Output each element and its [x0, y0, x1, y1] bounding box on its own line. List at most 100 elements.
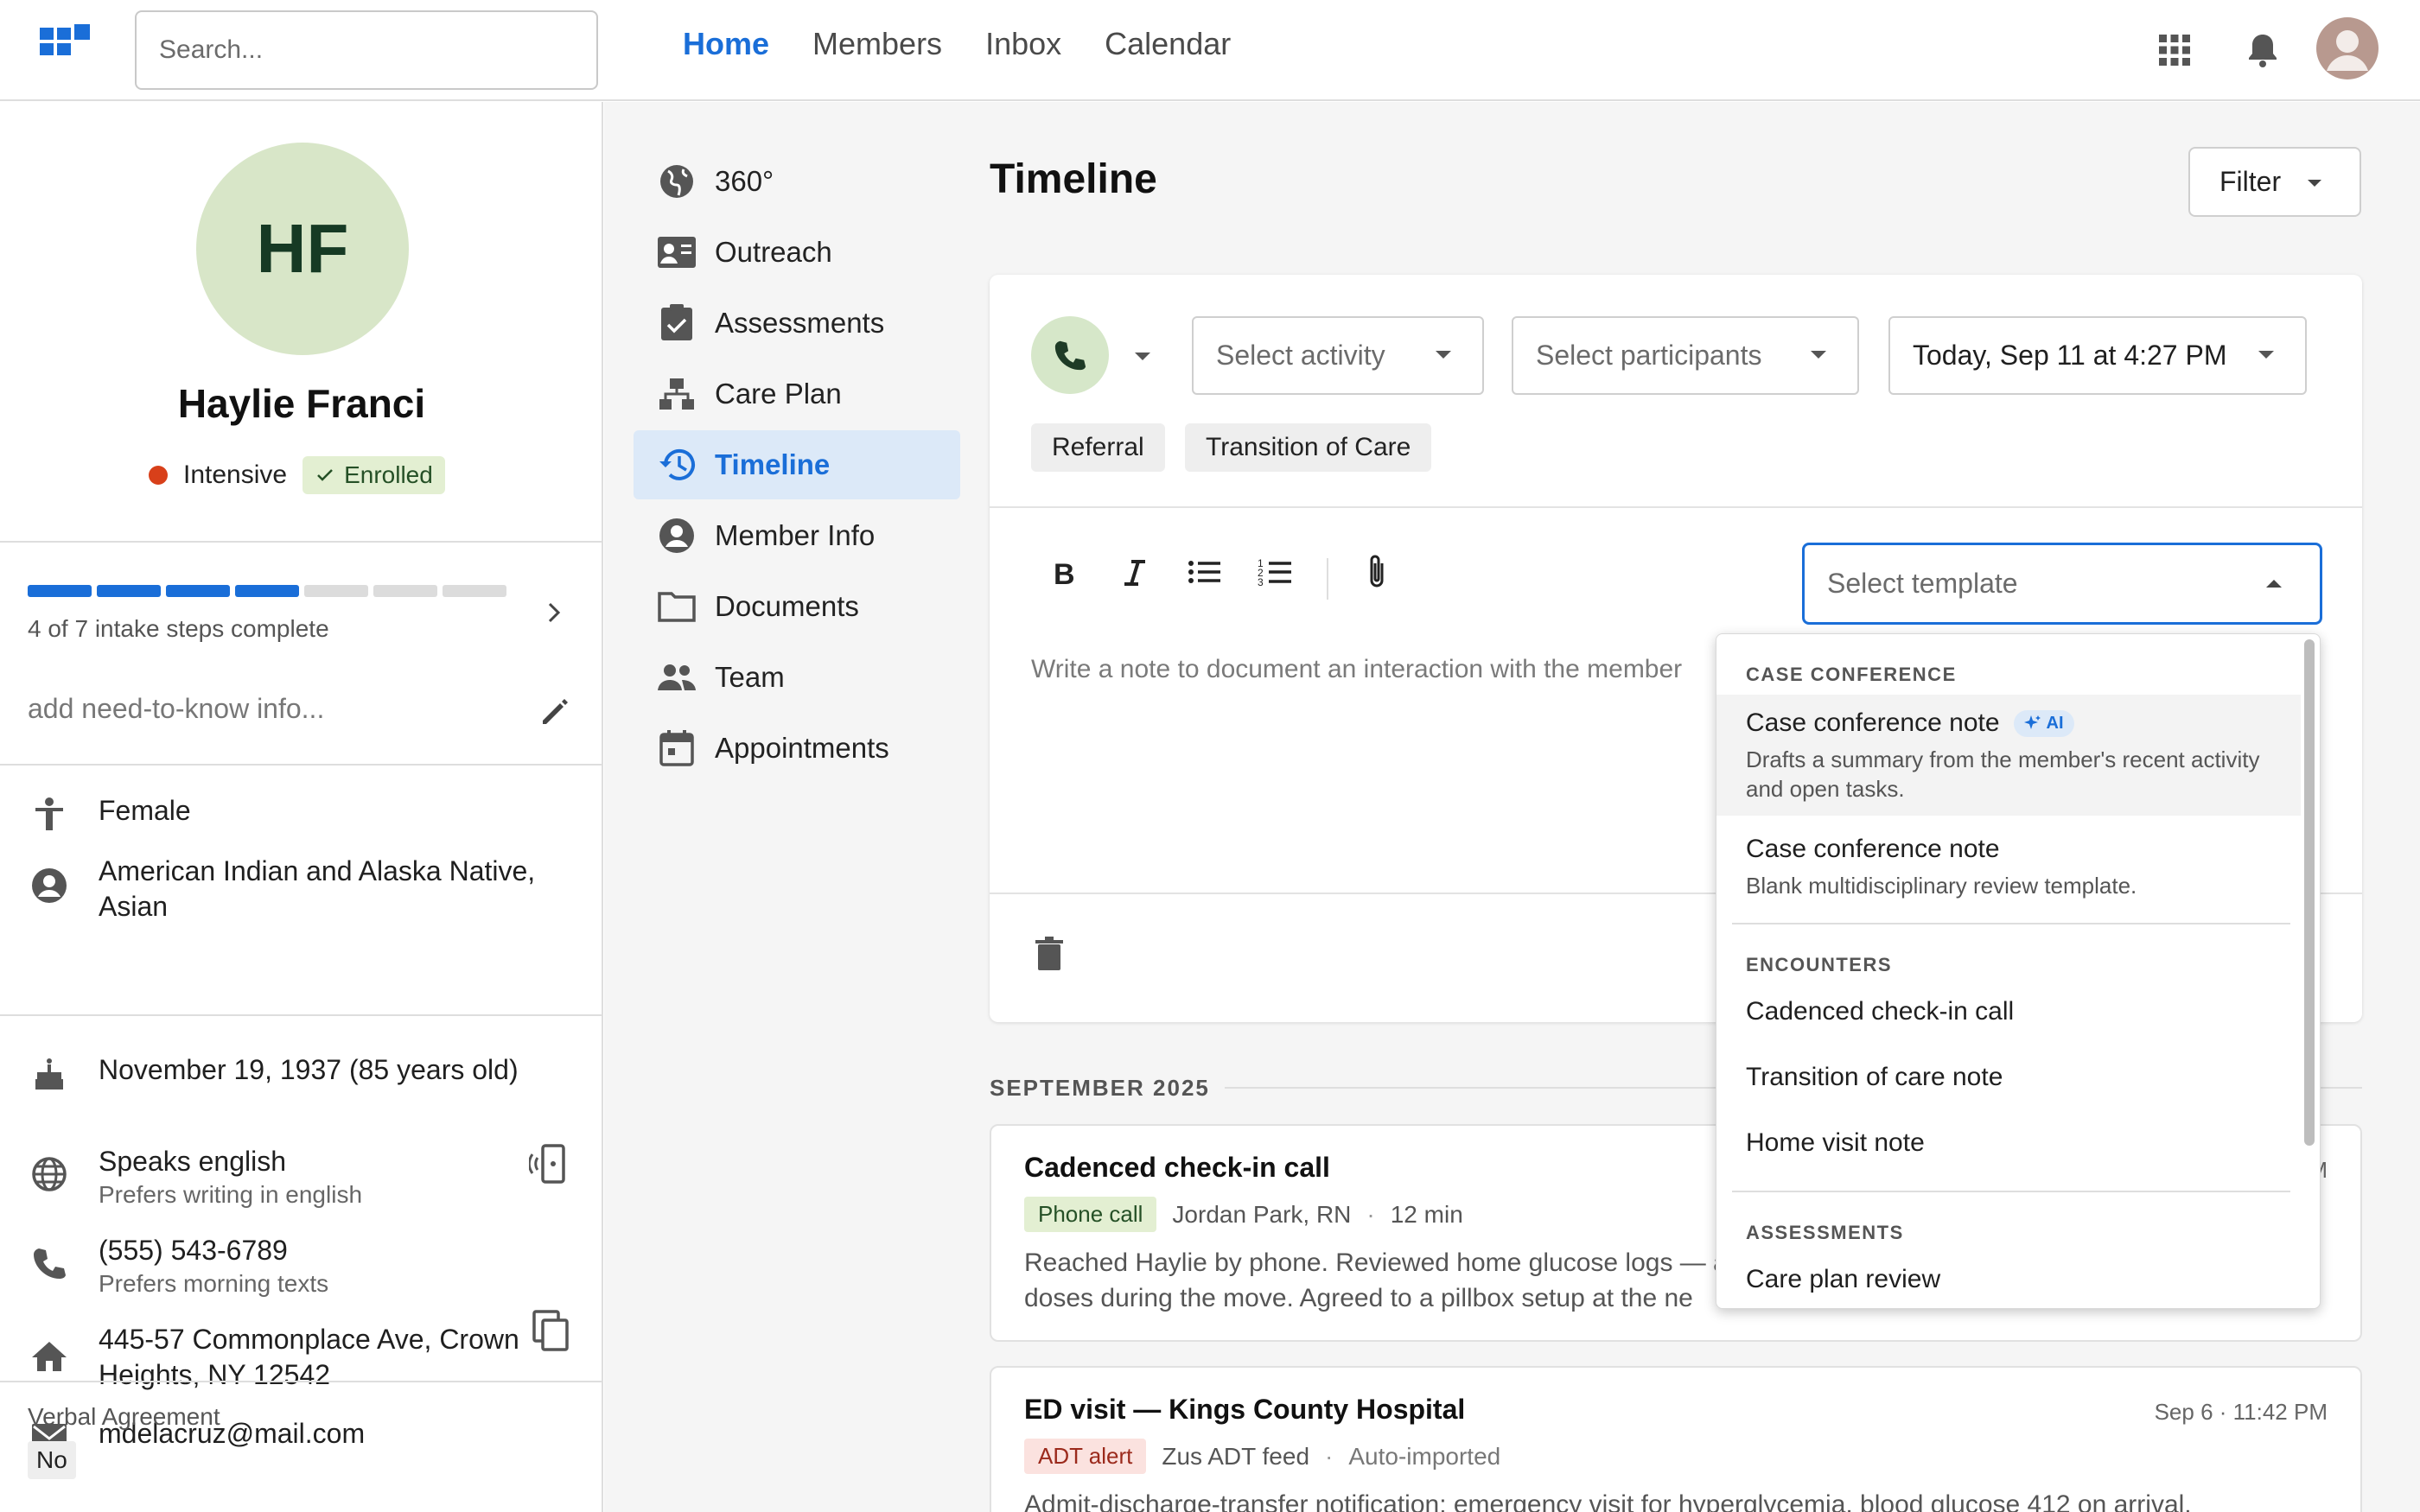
- dropdown-section-header: ENCOUNTERS: [1746, 954, 1893, 975]
- template-option[interactable]: Cadenced check-in call: [1716, 997, 2301, 1058]
- template-option[interactable]: Case conference note Blank multidiscipli…: [1716, 828, 2301, 923]
- account-circle-icon: [28, 864, 71, 907]
- dropdown-scrollbar[interactable]: [2304, 639, 2315, 1146]
- apps-grid-icon[interactable]: [2150, 26, 2199, 74]
- subnav-label: Documents: [715, 590, 859, 622]
- datetime-label: Today, Sep 11 at 4:27 PM: [1913, 340, 2227, 371]
- text-message-icon[interactable]: [529, 1142, 572, 1185]
- member-avatar: HF: [196, 143, 409, 355]
- dob-row: November 19, 1937 (85 years old): [28, 1052, 519, 1096]
- activity-type-button[interactable]: [1031, 316, 1109, 394]
- divider: [0, 541, 603, 543]
- meta-separator: ·: [1325, 1442, 1334, 1470]
- verbal-agreement-value: No: [28, 1441, 76, 1479]
- subnav-documents[interactable]: Documents: [634, 572, 960, 641]
- note-textarea[interactable]: Write a note to document an interaction …: [1031, 655, 1682, 684]
- italic-icon[interactable]: [1119, 553, 1149, 591]
- select-participants-dropdown[interactable]: Select participants: [1512, 316, 1859, 395]
- member-tags: Intensive Enrolled: [149, 456, 445, 494]
- divider: [1732, 923, 2290, 924]
- subnav-team[interactable]: Team: [634, 643, 960, 712]
- referral-chip[interactable]: Referral: [1031, 423, 1165, 472]
- bell-icon[interactable]: [2238, 26, 2287, 74]
- sparkle-icon: [2023, 715, 2041, 729]
- card-author: Jordan Park, RN: [1172, 1200, 1352, 1228]
- progress-segment-incomplete: [443, 585, 506, 597]
- member-profile-panel: HF Haylie Franci Intensive Enrolled 4 of…: [0, 102, 603, 1512]
- contact-card-icon: [656, 232, 697, 273]
- subnav-outreach[interactable]: Outreach: [634, 218, 960, 287]
- phone-text[interactable]: (555) 543-6789: [99, 1233, 328, 1268]
- user-avatar[interactable]: [2316, 17, 2379, 79]
- app-logo-icon[interactable]: [40, 24, 93, 59]
- subnav-label: Assessments: [715, 307, 885, 339]
- select-activity-label: Select activity: [1216, 340, 1385, 371]
- template-option-description: Blank multidisciplinary review template.: [1746, 873, 2137, 899]
- progress-segment-complete: [28, 585, 92, 597]
- datetime-dropdown[interactable]: Today, Sep 11 at 4:27 PM: [1888, 316, 2307, 395]
- bulleted-list-icon[interactable]: [1187, 553, 1223, 591]
- acuity-label: Intensive: [183, 461, 288, 489]
- toolbar-divider: [1327, 558, 1328, 600]
- subnav-label: Timeline: [715, 448, 831, 480]
- member-name: Haylie Franci: [177, 381, 426, 426]
- ai-badge-label: AI: [2046, 713, 2064, 733]
- month-header: SEPTEMBER 2025: [990, 1075, 1210, 1101]
- caret-down-icon: [1436, 351, 1451, 359]
- globe-icon: [28, 1153, 71, 1196]
- filter-button[interactable]: Filter: [2188, 147, 2361, 217]
- select-template-dropdown[interactable]: Select template: [1802, 543, 2322, 625]
- dob-text: November 19, 1937 (85 years old): [99, 1054, 519, 1085]
- nav-home[interactable]: Home: [683, 26, 769, 62]
- subnav-label: 360°: [715, 165, 774, 197]
- select-activity-dropdown[interactable]: Select activity: [1192, 316, 1484, 395]
- attach-paperclip-icon[interactable]: [1363, 553, 1391, 591]
- subnav-member-info[interactable]: Member Info: [634, 501, 960, 570]
- hierarchy-icon: [656, 373, 697, 415]
- progress-segment-incomplete: [304, 585, 368, 597]
- divider: [990, 506, 2362, 508]
- select-template-label: Select template: [1827, 568, 2018, 599]
- subnav-timeline[interactable]: Timeline: [634, 430, 960, 499]
- template-option[interactable]: Transition of care note: [1716, 1063, 2301, 1123]
- transition-of-care-chip[interactable]: Transition of Care: [1185, 423, 1432, 472]
- progress-segment-complete: [166, 585, 230, 597]
- nav-members[interactable]: Members: [812, 26, 942, 62]
- chevron-right-icon[interactable]: [541, 600, 567, 626]
- phone-icon: [1054, 340, 1086, 371]
- timeline-card[interactable]: ED visit — Kings County Hospital Sep 6 ·…: [990, 1366, 2362, 1512]
- divider: [0, 1014, 603, 1016]
- template-option[interactable]: Care plan review: [1716, 1265, 2301, 1308]
- template-option[interactable]: Home visit note: [1716, 1128, 2301, 1189]
- nav-calendar[interactable]: Calendar: [1105, 26, 1231, 62]
- search-input[interactable]: [135, 10, 598, 90]
- gender-text: Female: [99, 795, 191, 826]
- subnav-360[interactable]: 360°: [634, 147, 960, 216]
- language-text: Speaks english: [99, 1146, 287, 1177]
- activity-type-caret-icon[interactable]: [1133, 351, 1152, 362]
- card-duration: Auto-imported: [1348, 1442, 1501, 1470]
- copy-icon[interactable]: [531, 1308, 572, 1353]
- numbered-list-icon[interactable]: 123: [1258, 553, 1294, 591]
- people-icon: [656, 657, 697, 698]
- template-option-title: Home visit note: [1746, 1128, 1925, 1157]
- edit-pencil-icon[interactable]: [538, 695, 572, 729]
- subnav-assessments[interactable]: Assessments: [634, 289, 960, 358]
- subnav-care-plan[interactable]: Care Plan: [634, 359, 960, 429]
- phone-row: (555) 543-6789 Prefers morning texts: [28, 1233, 328, 1299]
- subnav-appointments[interactable]: Appointments: [634, 714, 960, 783]
- subnav-label: Member Info: [715, 519, 876, 551]
- card-title: ED visit — Kings County Hospital: [1024, 1394, 1466, 1425]
- card-timestamp: Sep 6 · 11:42 PM: [2154, 1399, 2328, 1425]
- trash-icon[interactable]: [1035, 936, 1064, 972]
- card-body: Admit-discharge-transfer notification: e…: [1024, 1487, 2329, 1512]
- progress-segment-complete: [97, 585, 161, 597]
- bold-icon[interactable]: B: [1048, 553, 1078, 591]
- nav-inbox[interactable]: Inbox: [985, 26, 1061, 62]
- progress-segment-complete: [235, 585, 299, 597]
- language-sub-text: Prefers writing in english: [99, 1181, 363, 1208]
- template-option[interactable]: Case conference note AI Drafts a summary…: [1716, 695, 2301, 816]
- card-author: Zus ADT feed: [1162, 1442, 1310, 1470]
- need-to-know-input[interactable]: add need-to-know info...: [28, 693, 324, 725]
- intake-progress-label: 4 of 7 intake steps complete: [28, 615, 329, 642]
